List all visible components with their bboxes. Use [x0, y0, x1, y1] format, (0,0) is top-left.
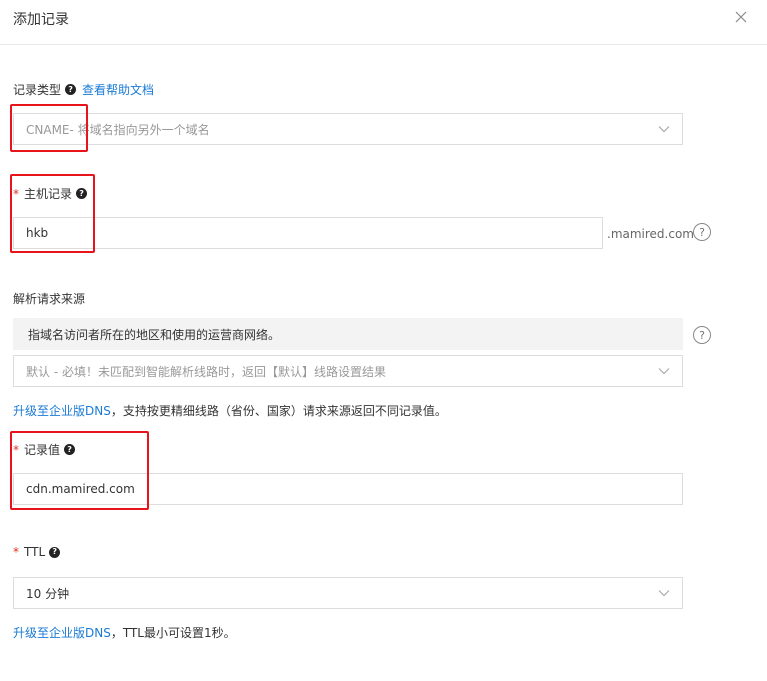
chevron-down-icon: [658, 590, 670, 597]
chevron-down-icon: [658, 126, 670, 133]
required-mark: *: [13, 545, 19, 559]
record-type-select[interactable]: CNAME- 将域名指向另外一个域名: [13, 113, 683, 145]
chevron-down-icon: [658, 368, 670, 375]
source-label: 解析请求来源: [13, 292, 86, 306]
question-circle-icon[interactable]: ?: [693, 223, 711, 241]
required-mark: *: [13, 442, 19, 457]
record-value-text: cdn.mamired.com: [26, 482, 135, 496]
domain-suffix: .mamired.com: [607, 227, 694, 241]
source-line-value: 默认 - 必填！未匹配到智能解析线路时，返回【默认】线路设置结果: [26, 364, 386, 379]
ttl-value: 10 分钟: [26, 586, 70, 601]
help-icon[interactable]: ?: [49, 546, 61, 558]
host-value: hkb: [26, 226, 49, 240]
help-icon[interactable]: ?: [76, 188, 88, 199]
record-type-label: 记录类型: [13, 83, 62, 97]
dialog-header: 添加记录: [0, 0, 767, 45]
question-circle-icon[interactable]: ?: [693, 326, 711, 344]
source-upgrade-text: ，支持按更精细线路（省份、国家）请求来源返回不同记录值。: [110, 404, 447, 418]
source-info-text: 指域名访问者所在的地区和使用的运营商网络。: [28, 327, 281, 342]
source-line-select[interactable]: 默认 - 必填！未匹配到智能解析线路时，返回【默认】线路设置结果: [13, 355, 683, 387]
dialog-title: 添加记录: [13, 12, 69, 28]
close-icon[interactable]: [733, 9, 749, 25]
record-value-label-row: * 记录值 ?: [13, 441, 76, 458]
ttl-select[interactable]: 10 分钟: [13, 577, 683, 609]
host-label: 主机记录: [24, 187, 73, 201]
source-info-bar: 指域名访问者所在的地区和使用的运营商网络。: [13, 318, 683, 350]
help-docs-link[interactable]: 查看帮助文档: [82, 81, 154, 98]
ttl-upgrade-text: ，TTL最小可设置1秒。: [110, 626, 236, 640]
record-value-input[interactable]: cdn.mamired.com: [13, 473, 683, 505]
record-type-label-row: 记录类型 ? 查看帮助文档: [13, 81, 154, 98]
ttl-label: TTL: [24, 545, 46, 559]
ttl-upgrade-note: 升级至企业版DNS，TTL最小可设置1秒。: [13, 624, 236, 641]
upgrade-enterprise-link[interactable]: 升级至企业版DNS: [13, 404, 111, 418]
required-mark: *: [13, 186, 19, 201]
host-label-row: * 主机记录 ?: [13, 185, 88, 202]
source-upgrade-note: 升级至企业版DNS，支持按更精细线路（省份、国家）请求来源返回不同记录值。: [13, 402, 447, 419]
help-icon[interactable]: ?: [64, 444, 76, 455]
record-type-value: CNAME- 将域名指向另外一个域名: [26, 122, 210, 137]
host-input[interactable]: hkb: [13, 217, 603, 249]
ttl-label-row: * TTL ?: [13, 545, 61, 559]
upgrade-enterprise-link[interactable]: 升级至企业版DNS: [13, 626, 111, 640]
help-icon[interactable]: ?: [65, 84, 77, 95]
record-value-label: 记录值: [24, 443, 61, 457]
